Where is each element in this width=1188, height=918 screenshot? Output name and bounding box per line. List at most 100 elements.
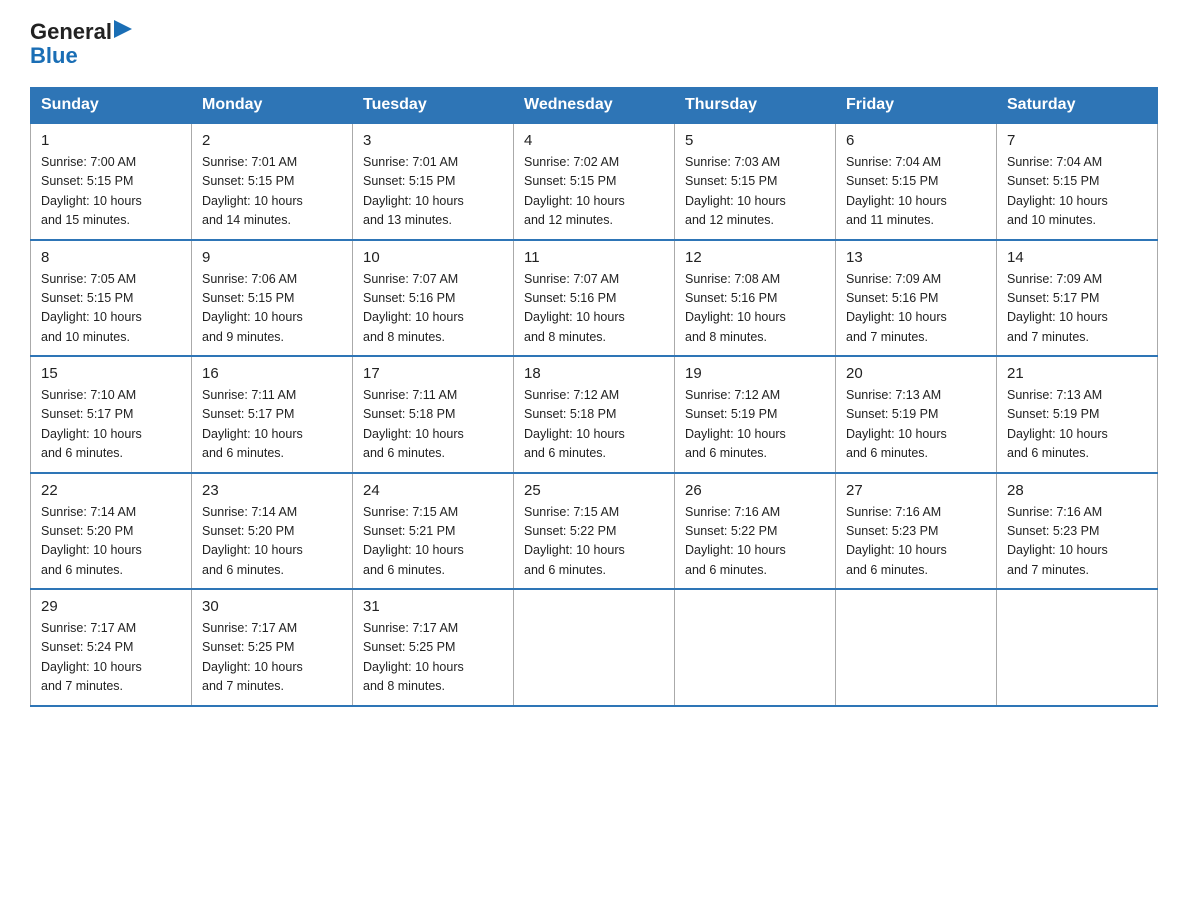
- calendar-cell: 22 Sunrise: 7:14 AMSunset: 5:20 PMDayligh…: [31, 473, 192, 590]
- day-info: Sunrise: 7:09 AMSunset: 5:16 PMDaylight:…: [846, 270, 986, 348]
- calendar-cell: 2 Sunrise: 7:01 AMSunset: 5:15 PMDaylight…: [192, 123, 353, 240]
- day-info: Sunrise: 7:02 AMSunset: 5:15 PMDaylight:…: [524, 153, 664, 231]
- day-number: 6: [846, 132, 986, 149]
- calendar-cell: 27 Sunrise: 7:16 AMSunset: 5:23 PMDayligh…: [836, 473, 997, 590]
- day-number: 8: [41, 249, 181, 266]
- calendar-cell: 7 Sunrise: 7:04 AMSunset: 5:15 PMDaylight…: [997, 123, 1158, 240]
- day-number: 25: [524, 482, 664, 499]
- day-info: Sunrise: 7:10 AMSunset: 5:17 PMDaylight:…: [41, 386, 181, 464]
- calendar-week-1: 1 Sunrise: 7:00 AMSunset: 5:15 PMDaylight…: [31, 123, 1158, 240]
- day-number: 26: [685, 482, 825, 499]
- calendar-week-5: 29 Sunrise: 7:17 AMSunset: 5:24 PMDayligh…: [31, 589, 1158, 706]
- calendar-cell: 1 Sunrise: 7:00 AMSunset: 5:15 PMDaylight…: [31, 123, 192, 240]
- day-info: Sunrise: 7:05 AMSunset: 5:15 PMDaylight:…: [41, 270, 181, 348]
- header-wednesday: Wednesday: [514, 88, 675, 124]
- calendar-week-2: 8 Sunrise: 7:05 AMSunset: 5:15 PMDaylight…: [31, 240, 1158, 357]
- day-info: Sunrise: 7:13 AMSunset: 5:19 PMDaylight:…: [1007, 386, 1147, 464]
- day-number: 30: [202, 598, 342, 615]
- calendar-cell: 25 Sunrise: 7:15 AMSunset: 5:22 PMDayligh…: [514, 473, 675, 590]
- logo-arrow-icon: [114, 20, 132, 38]
- calendar-table: SundayMondayTuesdayWednesdayThursdayFrid…: [30, 87, 1158, 707]
- logo-blue: Blue: [30, 43, 78, 69]
- calendar-cell: [836, 589, 997, 706]
- day-info: Sunrise: 7:15 AMSunset: 5:22 PMDaylight:…: [524, 503, 664, 581]
- logo: General Blue: [30, 20, 132, 69]
- day-number: 1: [41, 132, 181, 149]
- calendar-cell: 16Sunrise: 7:11 AMSunset: 5:17 PMDayligh…: [192, 356, 353, 473]
- day-number: 7: [1007, 132, 1147, 149]
- day-number: 27: [846, 482, 986, 499]
- calendar-cell: [514, 589, 675, 706]
- calendar-cell: 15 Sunrise: 7:10 AMSunset: 5:17 PMDayligh…: [31, 356, 192, 473]
- day-info: Sunrise: 7:03 AMSunset: 5:15 PMDaylight:…: [685, 153, 825, 231]
- calendar-cell: [997, 589, 1158, 706]
- day-info: Sunrise: 7:07 AMSunset: 5:16 PMDaylight:…: [363, 270, 503, 348]
- calendar-cell: 12 Sunrise: 7:08 AMSunset: 5:16 PMDayligh…: [675, 240, 836, 357]
- day-number: 2: [202, 132, 342, 149]
- day-info: Sunrise: 7:17 AMSunset: 5:25 PMDaylight:…: [363, 619, 503, 697]
- day-info: Sunrise: 7:06 AMSunset: 5:15 PMDaylight:…: [202, 270, 342, 348]
- day-info: Sunrise: 7:01 AMSunset: 5:15 PMDaylight:…: [202, 153, 342, 231]
- day-info: Sunrise: 7:12 AMSunset: 5:18 PMDaylight:…: [524, 386, 664, 464]
- calendar-cell: 9 Sunrise: 7:06 AMSunset: 5:15 PMDaylight…: [192, 240, 353, 357]
- day-info: Sunrise: 7:16 AMSunset: 5:23 PMDaylight:…: [846, 503, 986, 581]
- header-thursday: Thursday: [675, 88, 836, 124]
- header-sunday: Sunday: [31, 88, 192, 124]
- day-info: Sunrise: 7:17 AMSunset: 5:24 PMDaylight:…: [41, 619, 181, 697]
- day-info: Sunrise: 7:15 AMSunset: 5:21 PMDaylight:…: [363, 503, 503, 581]
- calendar-cell: 3 Sunrise: 7:01 AMSunset: 5:15 PMDaylight…: [353, 123, 514, 240]
- header-friday: Friday: [836, 88, 997, 124]
- calendar-cell: 4 Sunrise: 7:02 AMSunset: 5:15 PMDaylight…: [514, 123, 675, 240]
- calendar-cell: 21 Sunrise: 7:13 AMSunset: 5:19 PMDayligh…: [997, 356, 1158, 473]
- day-number: 18: [524, 365, 664, 382]
- day-number: 17: [363, 365, 503, 382]
- day-number: 31: [363, 598, 503, 615]
- calendar-cell: 13Sunrise: 7:09 AMSunset: 5:16 PMDayligh…: [836, 240, 997, 357]
- day-info: Sunrise: 7:04 AMSunset: 5:15 PMDaylight:…: [846, 153, 986, 231]
- calendar-cell: 19Sunrise: 7:12 AMSunset: 5:19 PMDayligh…: [675, 356, 836, 473]
- calendar-cell: 5 Sunrise: 7:03 AMSunset: 5:15 PMDaylight…: [675, 123, 836, 240]
- day-number: 5: [685, 132, 825, 149]
- calendar-cell: [675, 589, 836, 706]
- day-number: 10: [363, 249, 503, 266]
- day-info: Sunrise: 7:00 AMSunset: 5:15 PMDaylight:…: [41, 153, 181, 231]
- calendar-cell: 14 Sunrise: 7:09 AMSunset: 5:17 PMDayligh…: [997, 240, 1158, 357]
- day-number: 23: [202, 482, 342, 499]
- calendar-cell: 29 Sunrise: 7:17 AMSunset: 5:24 PMDayligh…: [31, 589, 192, 706]
- calendar-cell: 20Sunrise: 7:13 AMSunset: 5:19 PMDayligh…: [836, 356, 997, 473]
- day-number: 12: [685, 249, 825, 266]
- calendar-header-row: SundayMondayTuesdayWednesdayThursdayFrid…: [31, 88, 1158, 124]
- day-info: Sunrise: 7:04 AMSunset: 5:15 PMDaylight:…: [1007, 153, 1147, 231]
- day-number: 4: [524, 132, 664, 149]
- logo-general: General: [30, 21, 112, 43]
- calendar-cell: 24 Sunrise: 7:15 AMSunset: 5:21 PMDayligh…: [353, 473, 514, 590]
- calendar-cell: 17Sunrise: 7:11 AMSunset: 5:18 PMDayligh…: [353, 356, 514, 473]
- day-info: Sunrise: 7:09 AMSunset: 5:17 PMDaylight:…: [1007, 270, 1147, 348]
- day-number: 24: [363, 482, 503, 499]
- day-info: Sunrise: 7:14 AMSunset: 5:20 PMDaylight:…: [41, 503, 181, 581]
- day-info: Sunrise: 7:16 AMSunset: 5:23 PMDaylight:…: [1007, 503, 1147, 581]
- day-info: Sunrise: 7:17 AMSunset: 5:25 PMDaylight:…: [202, 619, 342, 697]
- calendar-week-4: 22 Sunrise: 7:14 AMSunset: 5:20 PMDayligh…: [31, 473, 1158, 590]
- day-number: 15: [41, 365, 181, 382]
- day-info: Sunrise: 7:01 AMSunset: 5:15 PMDaylight:…: [363, 153, 503, 231]
- day-number: 9: [202, 249, 342, 266]
- calendar-cell: 6 Sunrise: 7:04 AMSunset: 5:15 PMDaylight…: [836, 123, 997, 240]
- day-number: 29: [41, 598, 181, 615]
- header-monday: Monday: [192, 88, 353, 124]
- day-number: 3: [363, 132, 503, 149]
- calendar-cell: 28Sunrise: 7:16 AMSunset: 5:23 PMDayligh…: [997, 473, 1158, 590]
- day-number: 14: [1007, 249, 1147, 266]
- day-number: 19: [685, 365, 825, 382]
- calendar-cell: 10 Sunrise: 7:07 AMSunset: 5:16 PMDayligh…: [353, 240, 514, 357]
- calendar-cell: 11Sunrise: 7:07 AMSunset: 5:16 PMDayligh…: [514, 240, 675, 357]
- day-info: Sunrise: 7:13 AMSunset: 5:19 PMDaylight:…: [846, 386, 986, 464]
- day-info: Sunrise: 7:08 AMSunset: 5:16 PMDaylight:…: [685, 270, 825, 348]
- calendar-cell: 30 Sunrise: 7:17 AMSunset: 5:25 PMDayligh…: [192, 589, 353, 706]
- day-number: 21: [1007, 365, 1147, 382]
- day-number: 22: [41, 482, 181, 499]
- calendar-cell: 8 Sunrise: 7:05 AMSunset: 5:15 PMDaylight…: [31, 240, 192, 357]
- day-number: 11: [524, 249, 664, 266]
- calendar-cell: 31 Sunrise: 7:17 AMSunset: 5:25 PMDayligh…: [353, 589, 514, 706]
- calendar-cell: 23Sunrise: 7:14 AMSunset: 5:20 PMDayligh…: [192, 473, 353, 590]
